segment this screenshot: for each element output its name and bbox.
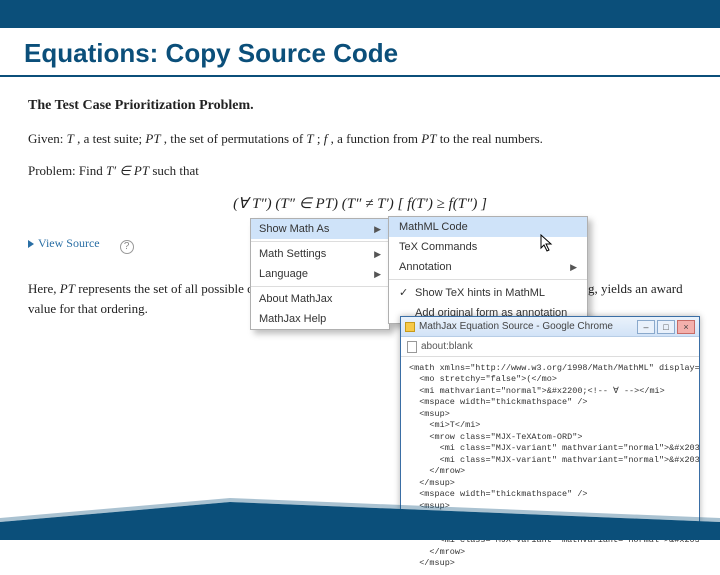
slide-title: Equations: Copy Source Code [0,28,720,77]
menu-label: About MathJax [259,293,332,305]
given-label: Given: [28,131,63,146]
source-code-area[interactable]: <math xmlns="http://www.w3.org/1998/Math… [401,357,699,575]
top-banner [0,0,720,28]
chevron-right-icon: ▶ [374,224,381,235]
equation-block[interactable]: (∀ T″) (T″ ∈ PT) (T″ ≠ T′) [ f(T′) ≥ f(T… [28,193,692,216]
menu-show-math-as[interactable]: Show Math As ▶ [251,219,389,239]
frag: , a function from [327,131,421,146]
menu-separator [251,286,389,287]
check-icon: ✓ [399,286,411,299]
menu-label: Show Math As [259,223,329,235]
menu-mathjax-help[interactable]: MathJax Help [251,309,389,329]
menu-label: MathML Code [399,221,468,233]
menu-language[interactable]: Language ▶ [251,264,389,284]
cursor-icon [540,234,554,252]
address-bar[interactable]: about:blank [401,337,699,357]
math-PT3: PT [60,281,75,296]
submenu-tex-commands[interactable]: TeX Commands [389,237,587,257]
problem-heading: The Test Case Prioritization Problem. [28,95,692,117]
menu-label: Annotation [399,261,452,273]
window-icon [405,322,415,332]
address-text: about:blank [421,341,473,352]
here-label: Here, [28,281,60,296]
math-T2: T [306,131,313,146]
math-PT2: PT [421,131,436,146]
menu-label: TeX Commands [399,241,477,253]
show-math-as-submenu: MathML Code TeX Commands Annotation ▶ ✓ … [388,216,588,324]
frag: ; [314,131,324,146]
help-icon[interactable]: ? [120,240,134,254]
menu-separator [251,241,389,242]
problem-paragraph: Problem: Find T′ ∈ PT such that [28,161,692,181]
submenu-show-tex-hints[interactable]: ✓ Show TeX hints in MathML [389,282,587,303]
menu-separator [389,279,587,280]
submenu-mathml-code[interactable]: MathML Code [389,217,587,237]
chevron-right-icon: ▶ [374,269,381,280]
frag: , the set of permutations of [161,131,307,146]
menu-label: Show TeX hints in MathML [415,287,545,299]
menu-label: MathJax Help [259,313,326,325]
math-Tprime: T′ ∈ PT [106,163,149,178]
frag: to the real numbers. [436,131,543,146]
problem-tail: such that [149,163,199,178]
document-icon [407,341,417,353]
submenu-annotation[interactable]: Annotation ▶ [389,257,587,277]
browser-titlebar[interactable]: MathJax Equation Source - Google Chrome … [401,317,699,337]
chevron-right-icon: ▶ [374,249,381,260]
menu-math-settings[interactable]: Math Settings ▶ [251,244,389,264]
chevron-right-icon: ▶ [570,262,577,273]
menu-about-mathjax[interactable]: About MathJax [251,289,389,309]
view-source-label: View Source [38,234,100,253]
menu-label: Language [259,268,308,280]
source-browser-window: MathJax Equation Source - Google Chrome … [400,316,700,526]
problem-label: Problem: Find [28,163,106,178]
given-paragraph: Given: T , a test suite; PT , the set of… [28,129,692,149]
math-T: T [67,131,74,146]
triangle-right-icon [28,240,34,248]
minimize-button[interactable]: – [637,320,655,334]
maximize-button[interactable]: □ [657,320,675,334]
browser-title: MathJax Equation Source - Google Chrome [419,321,613,332]
math-PT: PT [145,131,160,146]
frag: , a test suite; [74,131,146,146]
view-source-toggle[interactable]: View Source [28,234,100,253]
mathjax-context-menu: Show Math As ▶ Math Settings ▶ Language … [250,218,390,330]
close-button[interactable]: × [677,320,695,334]
menu-label: Math Settings [259,248,326,260]
